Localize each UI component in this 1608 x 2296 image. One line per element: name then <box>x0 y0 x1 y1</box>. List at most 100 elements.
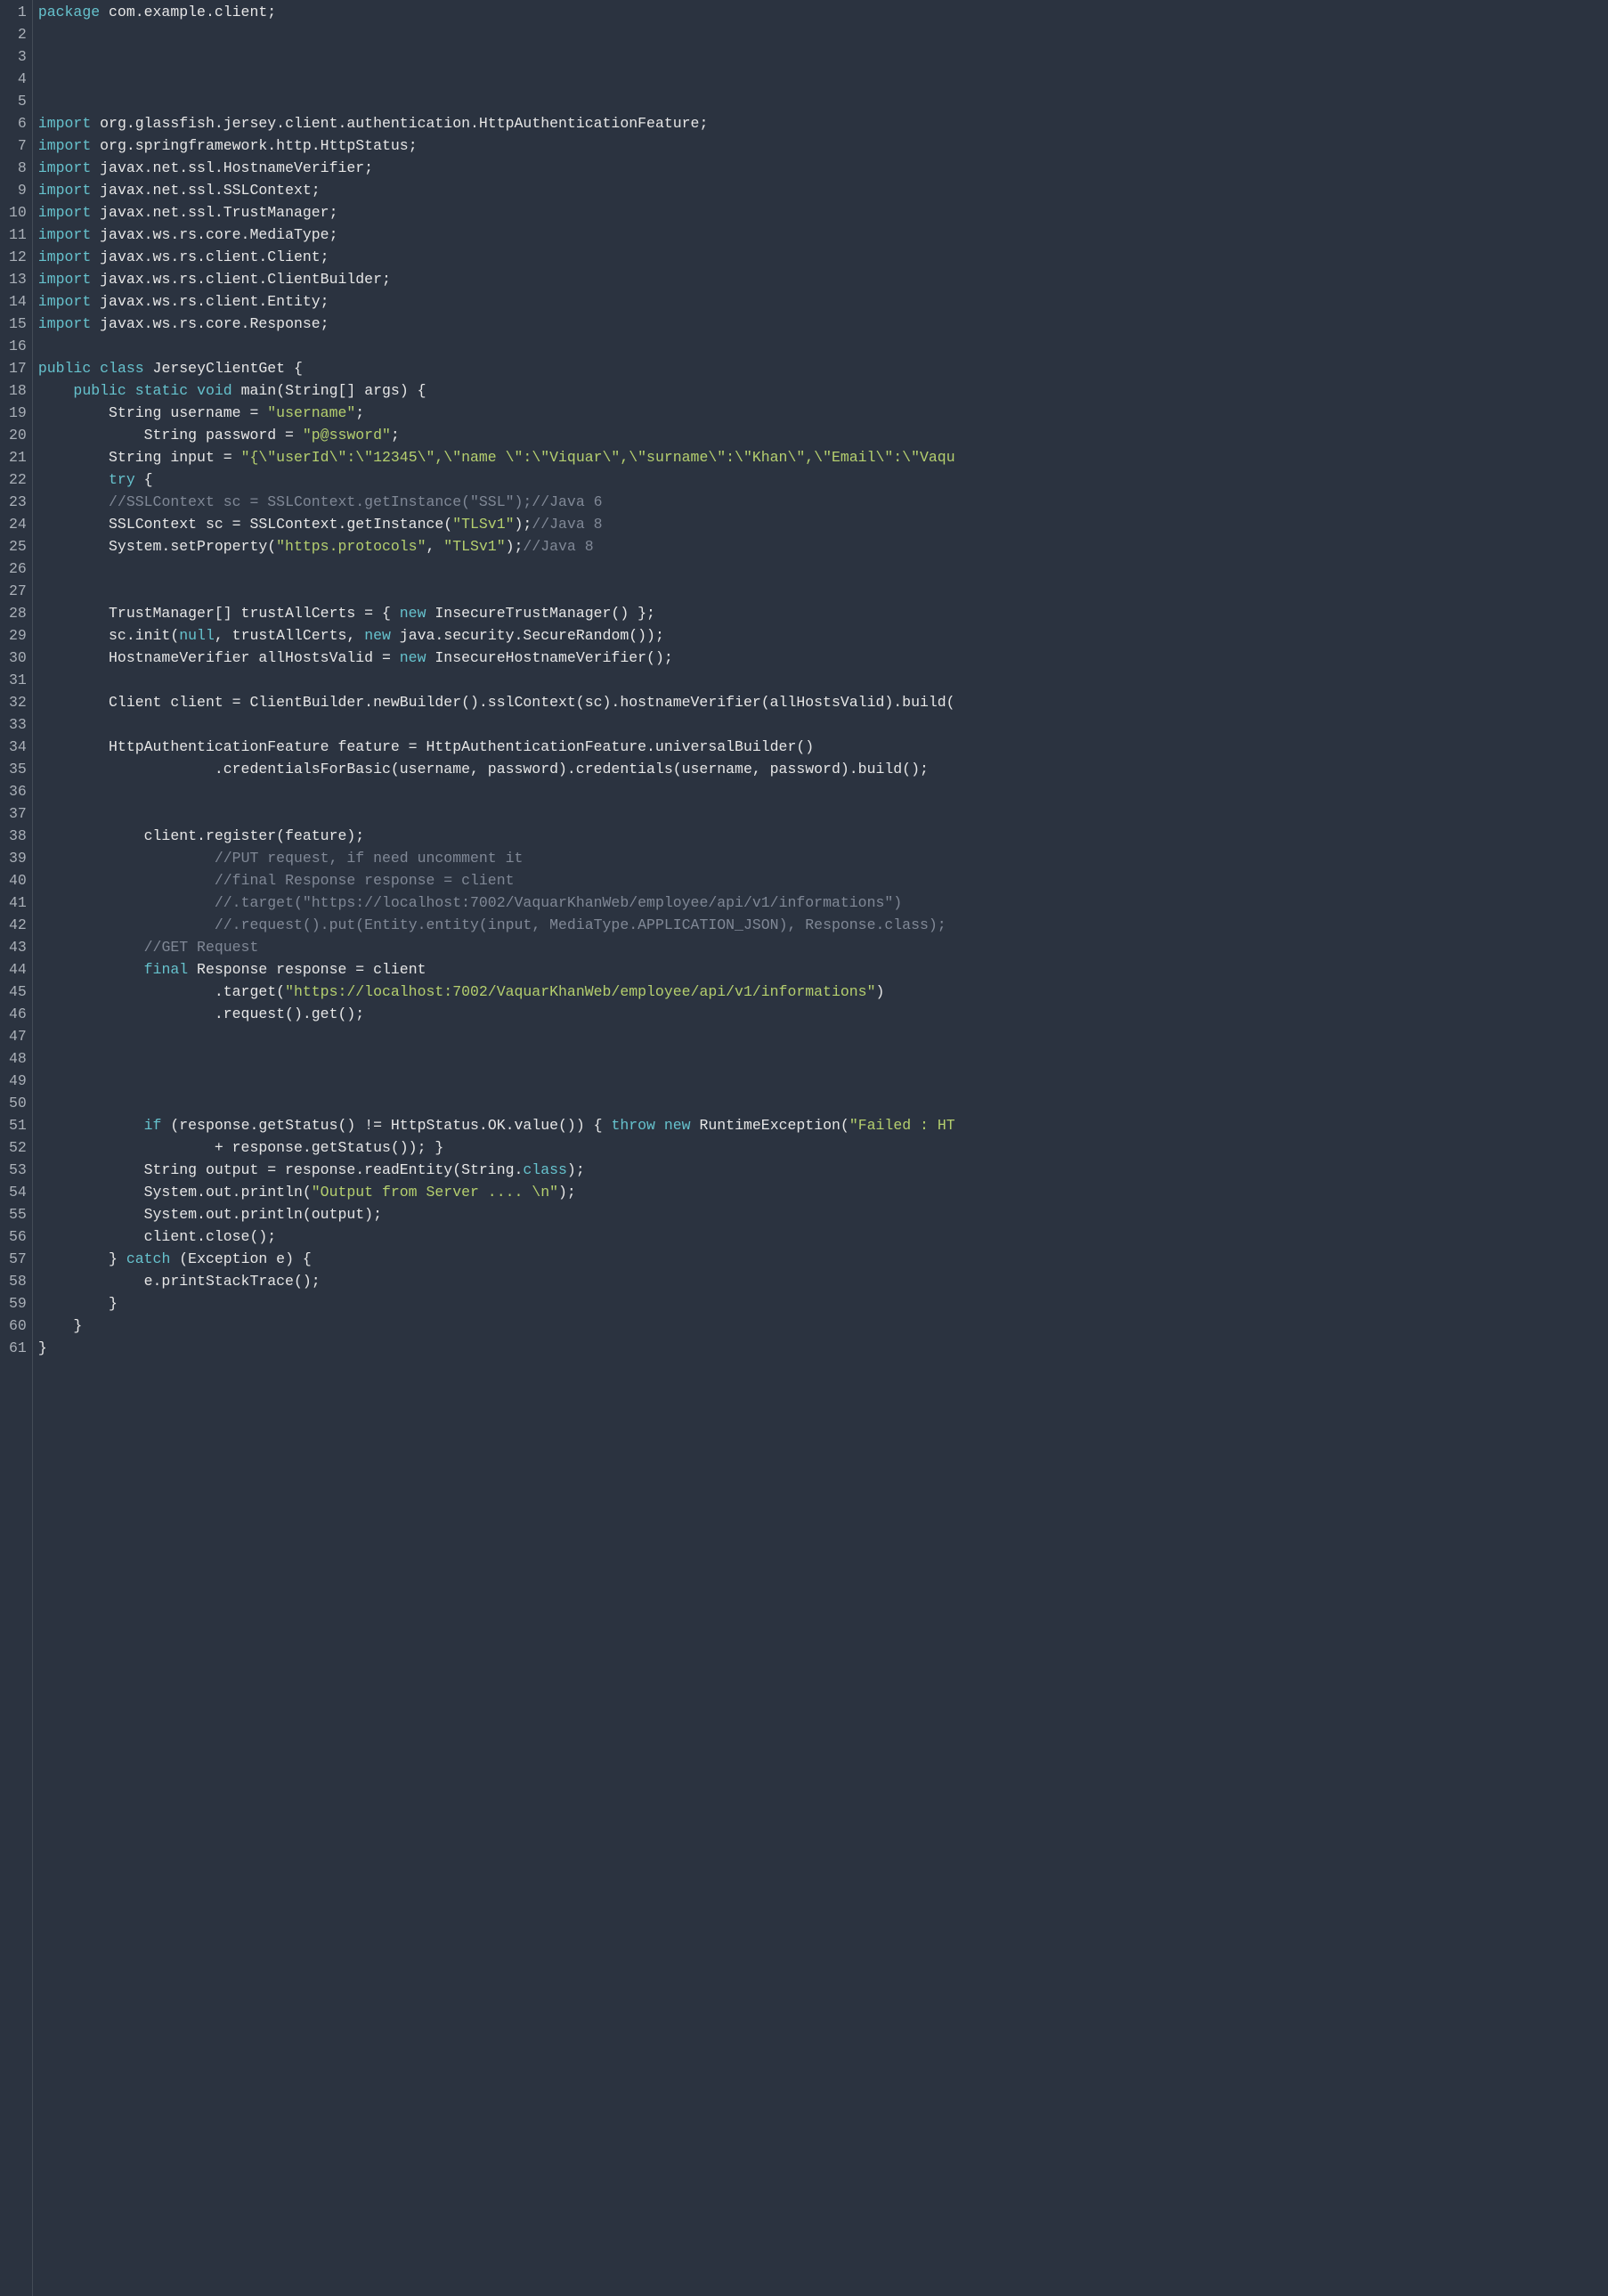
code-line[interactable]: .credentialsForBasic(username, password)… <box>38 759 1608 781</box>
code-line[interactable] <box>38 803 1608 826</box>
token-plain: com.example.client; <box>100 4 276 20</box>
code-line[interactable]: String input = "{\"userId\":\"12345\",\"… <box>38 447 1608 469</box>
token-plain: String username = <box>38 404 267 421</box>
code-line[interactable]: //final Response response = client <box>38 870 1608 892</box>
code-line[interactable]: import javax.ws.rs.core.Response; <box>38 313 1608 336</box>
code-line[interactable] <box>38 1048 1608 1071</box>
code-line[interactable]: final Response response = client <box>38 959 1608 981</box>
code-line[interactable]: System.out.println("Output from Server .… <box>38 1182 1608 1204</box>
code-line[interactable] <box>38 670 1608 692</box>
token-plain <box>38 471 109 488</box>
code-line[interactable]: //.request().put(Entity.entity(input, Me… <box>38 915 1608 937</box>
code-line[interactable]: .target("https://localhost:7002/VaquarKh… <box>38 981 1608 1004</box>
code-line[interactable] <box>38 1093 1608 1115</box>
code-line[interactable] <box>38 581 1608 603</box>
code-line[interactable]: client.close(); <box>38 1226 1608 1249</box>
token-plain <box>91 360 100 377</box>
line-number: 30 <box>9 647 27 670</box>
line-number: 13 <box>9 269 27 291</box>
token-str: "TLSv1" <box>452 516 514 533</box>
code-line[interactable] <box>38 46 1608 69</box>
token-plain: HostnameVerifier allHostsValid = <box>38 649 400 666</box>
code-line[interactable]: import org.glassfish.jersey.client.authe… <box>38 113 1608 135</box>
code-line[interactable]: import javax.ws.rs.core.MediaType; <box>38 224 1608 247</box>
code-line[interactable]: Client client = ClientBuilder.newBuilder… <box>38 692 1608 714</box>
line-number: 20 <box>9 425 27 447</box>
token-plain: } <box>38 1317 83 1334</box>
code-line[interactable] <box>38 558 1608 581</box>
line-number: 24 <box>9 514 27 536</box>
token-plain <box>38 850 215 867</box>
line-number: 46 <box>9 1004 27 1026</box>
code-line[interactable]: import org.springframework.http.HttpStat… <box>38 135 1608 158</box>
token-plain: String password = <box>38 427 303 444</box>
line-number: 40 <box>9 870 27 892</box>
token-str: "https://localhost:7002/VaquarKhanWeb/em… <box>285 983 875 1000</box>
code-line[interactable]: String output = response.readEntity(Stri… <box>38 1160 1608 1182</box>
code-line[interactable]: String password = "p@ssword"; <box>38 425 1608 447</box>
code-line[interactable]: System.setProperty("https.protocols", "T… <box>38 536 1608 558</box>
line-number: 38 <box>9 826 27 848</box>
token-kw: public <box>73 382 126 399</box>
token-plain: ); <box>567 1161 585 1178</box>
code-line[interactable]: .request().get(); <box>38 1004 1608 1026</box>
code-line[interactable]: String username = "username"; <box>38 403 1608 425</box>
code-line[interactable] <box>38 1071 1608 1093</box>
code-line[interactable]: try { <box>38 469 1608 492</box>
code-line[interactable]: //SSLContext sc = SSLContext.getInstance… <box>38 492 1608 514</box>
code-line[interactable] <box>38 336 1608 358</box>
code-line[interactable]: //GET Request <box>38 937 1608 959</box>
line-number: 22 <box>9 469 27 492</box>
code-line[interactable]: } <box>38 1338 1608 1360</box>
code-line[interactable]: import javax.ws.rs.client.Client; <box>38 247 1608 269</box>
code-line[interactable]: public static void main(String[] args) { <box>38 380 1608 403</box>
code-line[interactable]: e.printStackTrace(); <box>38 1271 1608 1293</box>
code-line[interactable] <box>38 1026 1608 1048</box>
code-line[interactable]: SSLContext sc = SSLContext.getInstance("… <box>38 514 1608 536</box>
code-line[interactable]: System.out.println(output); <box>38 1204 1608 1226</box>
line-number: 44 <box>9 959 27 981</box>
token-cmt: //.target("https://localhost:7002/Vaquar… <box>215 894 902 911</box>
line-number: 49 <box>9 1071 27 1093</box>
code-line[interactable] <box>38 69 1608 91</box>
code-line[interactable] <box>38 91 1608 113</box>
line-number: 15 <box>9 313 27 336</box>
code-line[interactable]: TrustManager[] trustAllCerts = { new Ins… <box>38 603 1608 625</box>
code-line[interactable]: import javax.ws.rs.client.Entity; <box>38 291 1608 313</box>
code-line[interactable] <box>38 714 1608 737</box>
code-line[interactable]: //.target("https://localhost:7002/Vaquar… <box>38 892 1608 915</box>
code-line[interactable]: sc.init(null, trustAllCerts, new java.se… <box>38 625 1608 647</box>
code-editor[interactable]: 1234567891011121314151617181920212223242… <box>0 0 1608 2296</box>
token-kw: new <box>664 1117 691 1134</box>
line-number: 4 <box>9 69 27 91</box>
code-line[interactable]: } <box>38 1315 1608 1338</box>
code-content-area[interactable]: package com.example.client; import org.g… <box>33 0 1608 2296</box>
code-line[interactable]: import javax.ws.rs.client.ClientBuilder; <box>38 269 1608 291</box>
code-line[interactable]: HostnameVerifier allHostsValid = new Ins… <box>38 647 1608 670</box>
line-number: 16 <box>9 336 27 358</box>
token-plain: InsecureHostnameVerifier(); <box>426 649 673 666</box>
code-line[interactable]: } catch (Exception e) { <box>38 1249 1608 1271</box>
code-line[interactable] <box>38 24 1608 46</box>
code-line[interactable]: } <box>38 1293 1608 1315</box>
code-line[interactable]: package com.example.client; <box>38 2 1608 24</box>
token-plain: (response.getStatus() != HttpStatus.OK.v… <box>161 1117 611 1134</box>
code-line[interactable]: HttpAuthenticationFeature feature = Http… <box>38 737 1608 759</box>
code-line[interactable]: public class JerseyClientGet { <box>38 358 1608 380</box>
token-plain: TrustManager[] trustAllCerts = { <box>38 605 400 622</box>
code-line[interactable]: import javax.net.ssl.HostnameVerifier; <box>38 158 1608 180</box>
code-line[interactable]: //PUT request, if need uncomment it <box>38 848 1608 870</box>
line-number: 21 <box>9 447 27 469</box>
code-line[interactable] <box>38 781 1608 803</box>
code-line[interactable]: import javax.net.ssl.TrustManager; <box>38 202 1608 224</box>
line-number: 42 <box>9 915 27 937</box>
line-number: 18 <box>9 380 27 403</box>
code-line[interactable]: if (response.getStatus() != HttpStatus.O… <box>38 1115 1608 1137</box>
code-line[interactable]: client.register(feature); <box>38 826 1608 848</box>
code-line[interactable]: + response.getStatus()); } <box>38 1137 1608 1160</box>
code-line[interactable]: import javax.net.ssl.SSLContext; <box>38 180 1608 202</box>
line-number: 34 <box>9 737 27 759</box>
token-plain: + response.getStatus()); } <box>38 1139 443 1156</box>
line-number: 1 <box>9 2 27 24</box>
token-plain: String input = <box>38 449 241 466</box>
